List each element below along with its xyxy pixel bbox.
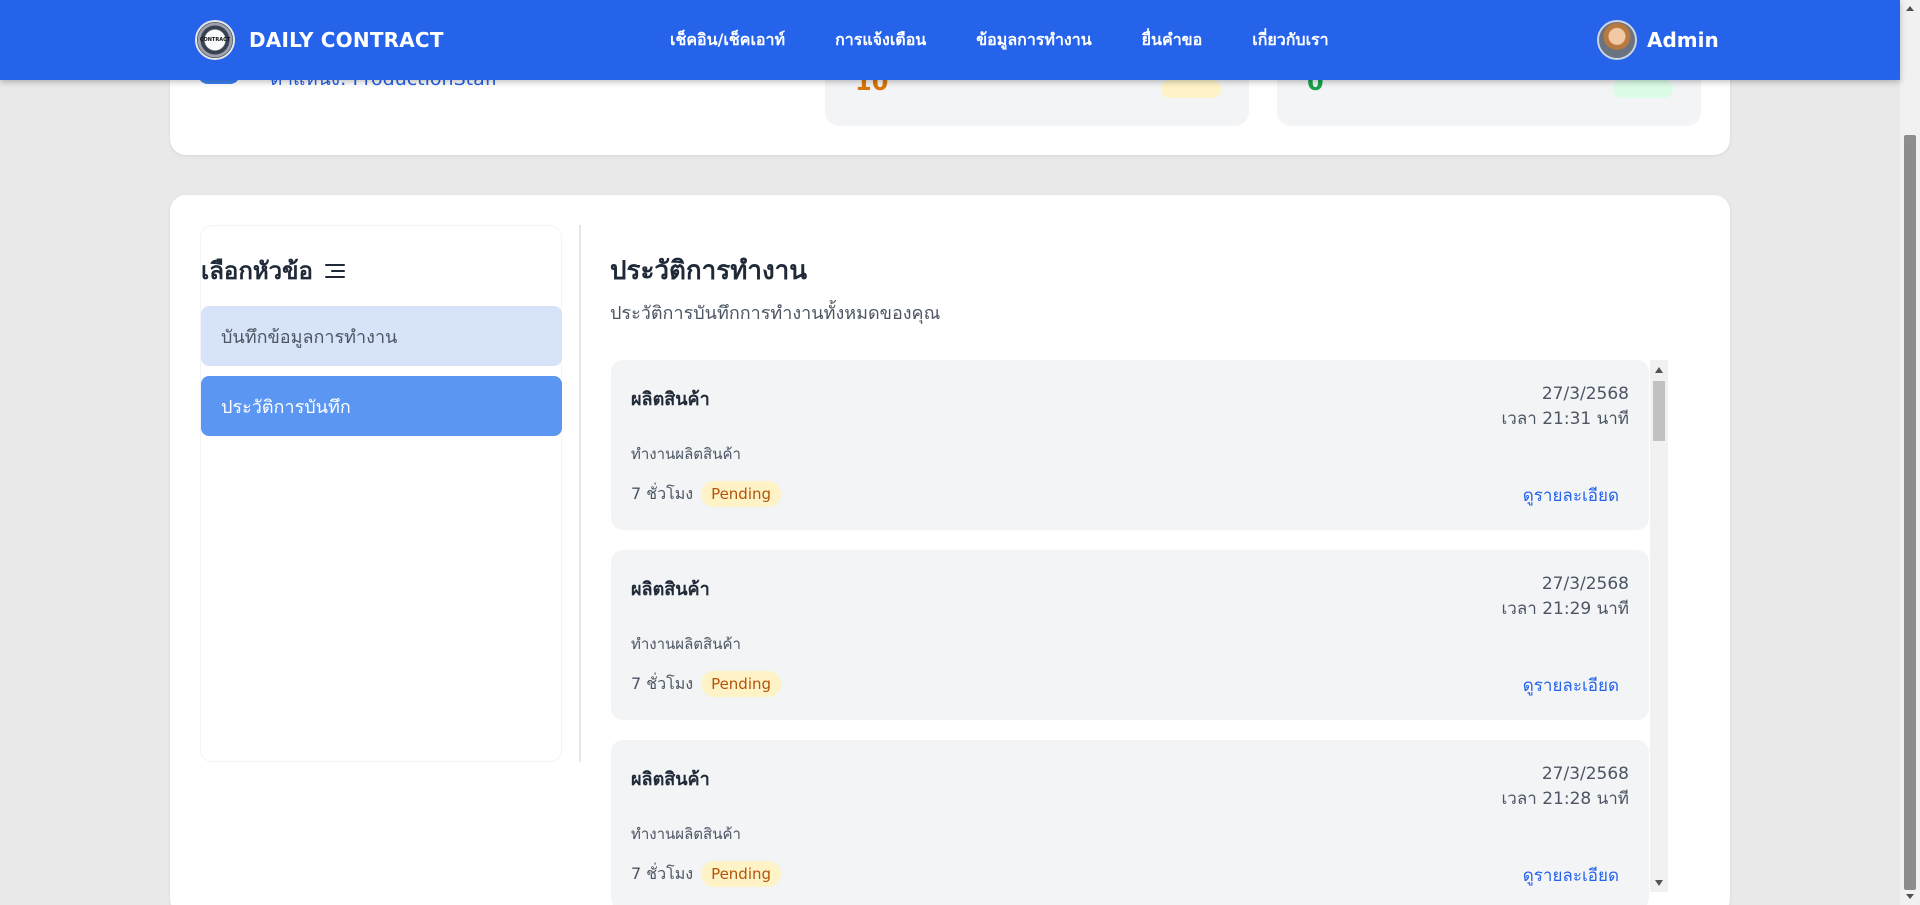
scroll-up-icon[interactable] — [1906, 6, 1914, 11]
top-navbar: CONTRACT DAILY CONTRACT เช็คอิน/เช็คเอาท… — [0, 0, 1900, 80]
record-time: เวลา 21:29 นาที — [1501, 599, 1630, 619]
view-details-link[interactable]: ดูรายละเอียด — [1523, 672, 1619, 699]
scroll-down-icon[interactable] — [1655, 880, 1663, 886]
record-title: ผลิตสินค้า — [631, 389, 710, 410]
status-badge: Pending — [701, 671, 782, 697]
view-details-link[interactable]: ดูรายละเอียด — [1523, 862, 1619, 889]
status-badge: Pending — [701, 861, 782, 887]
record-hours-row: 7 ชั่วโมง Pending — [631, 861, 782, 887]
sidebar-item-record-work[interactable]: บันทึกข้อมูลการทำงาน — [201, 306, 562, 366]
page-scrollbar[interactable] — [1900, 0, 1920, 905]
record-description: ทำงานผลิตสินค้า — [631, 635, 741, 653]
record-hours-row: 7 ชั่วโมง Pending — [631, 671, 782, 697]
record-title: ผลิตสินค้า — [631, 769, 710, 790]
user-menu[interactable]: Admin — [1597, 20, 1719, 60]
record-hours: 7 ชั่วโมง — [631, 673, 694, 693]
stat-badge — [1613, 80, 1673, 98]
nav-links: เช็คอิน/เช็คเอาท์ การแจ้งเตือน ข้อมูลการ… — [670, 0, 1379, 80]
sidebar: เลือกหัวข้อ บันทึกข้อมูลการทำงาน ประวัติ… — [200, 225, 562, 762]
list-item: ผลิตสินค้า 27/3/2568 เวลา 21:28 นาที ทำง… — [611, 740, 1649, 905]
user-name: Admin — [1647, 28, 1719, 52]
page-title: ประวัติการทำงาน — [610, 256, 808, 286]
scroll-down-icon[interactable] — [1906, 894, 1914, 899]
scrollbar-thumb[interactable] — [1904, 135, 1916, 890]
record-hours: 7 ชั่วโมง — [631, 863, 694, 883]
record-title: ผลิตสินค้า — [631, 579, 710, 600]
view-details-link[interactable]: ดูรายละเอียด — [1523, 482, 1619, 509]
list-item: ผลิตสินค้า 27/3/2568 เวลา 21:29 นาที ทำง… — [611, 550, 1649, 720]
status-badge: Pending — [701, 481, 782, 507]
record-time: เวลา 21:28 นาที — [1501, 789, 1630, 809]
sidebar-title: เลือกหัวข้อ — [201, 251, 345, 290]
record-hours: 7 ชั่วโมง — [631, 483, 694, 503]
stat-badge — [1161, 80, 1221, 98]
record-description: ทำงานผลิตสินค้า — [631, 445, 741, 463]
brand-logo-icon: CONTRACT — [195, 20, 235, 60]
sidebar-title-text: เลือกหัวข้อ — [201, 257, 313, 285]
nav-link-requests[interactable]: ยื่นคำขอ — [1142, 28, 1203, 53]
logo-text: CONTRACT — [199, 37, 231, 43]
avatar — [1597, 20, 1637, 60]
record-datetime: 27/3/2568 เวลา 21:29 นาที — [1502, 572, 1630, 622]
brand[interactable]: CONTRACT DAILY CONTRACT — [195, 20, 444, 60]
record-date: 27/3/2568 — [1541, 574, 1629, 594]
list-item: ผลิตสินค้า 27/3/2568 เวลา 21:31 นาที ทำง… — [611, 360, 1649, 530]
menu-icon[interactable] — [324, 262, 345, 280]
main-card: เลือกหัวข้อ บันทึกข้อมูลการทำงาน ประวัติ… — [170, 195, 1730, 905]
scrollbar-thumb[interactable] — [1653, 381, 1665, 441]
nav-link-about[interactable]: เกี่ยวกับเรา — [1252, 28, 1328, 53]
record-time: เวลา 21:31 นาที — [1501, 409, 1630, 429]
record-datetime: 27/3/2568 เวลา 21:28 นาที — [1502, 762, 1630, 812]
nav-link-work-info[interactable]: ข้อมูลการทำงาน — [976, 28, 1091, 53]
record-datetime: 27/3/2568 เวลา 21:31 นาที — [1502, 382, 1630, 432]
record-description: ทำงานผลิตสินค้า — [631, 825, 741, 843]
page-subtitle: ประวัติการบันทึกการทำงานทั้งหมดของคุณ — [610, 303, 941, 324]
record-hours-row: 7 ชั่วโมง Pending — [631, 481, 782, 507]
nav-link-notifications[interactable]: การแจ้งเตือน — [835, 28, 926, 53]
divider — [579, 225, 581, 762]
scroll-up-icon[interactable] — [1655, 367, 1663, 373]
brand-name: DAILY CONTRACT — [249, 28, 444, 52]
record-date: 27/3/2568 — [1541, 764, 1629, 784]
records-list[interactable]: ผลิตสินค้า 27/3/2568 เวลา 21:31 นาที ทำง… — [611, 360, 1649, 905]
nav-link-checkin[interactable]: เช็คอิน/เช็คเอาท์ — [670, 28, 785, 53]
sidebar-item-history[interactable]: ประวัติการบันทึก — [201, 376, 562, 436]
record-date: 27/3/2568 — [1541, 384, 1629, 404]
records-scrollbar[interactable] — [1650, 360, 1668, 892]
